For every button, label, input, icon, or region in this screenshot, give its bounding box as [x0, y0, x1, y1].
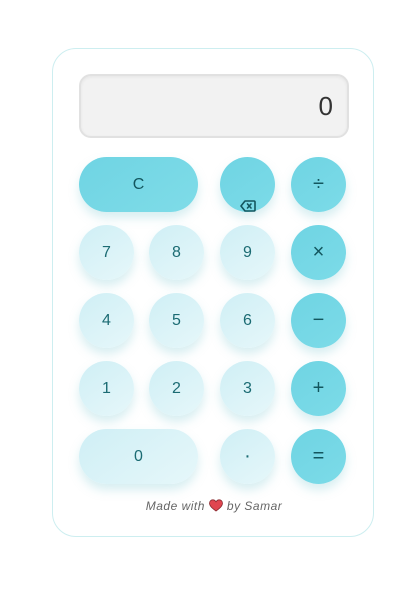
backspace-icon [239, 179, 256, 212]
footer-credit: Made with by Samar [53, 499, 375, 513]
digit-4-button[interactable]: 4 [79, 293, 134, 348]
clear-button[interactable]: C [79, 157, 198, 212]
calculator-card: 0 C ÷ 7 8 9 × 4 5 6 − 1 2 3 + 0 · = Made… [52, 48, 374, 537]
equals-button[interactable]: = [291, 429, 346, 484]
digit-7-button[interactable]: 7 [79, 225, 134, 280]
calculator-display: 0 [79, 74, 349, 138]
heart-icon [209, 499, 223, 512]
minus-button[interactable]: − [291, 293, 346, 348]
footer-text-after: by Samar [226, 499, 283, 513]
digit-8-button[interactable]: 8 [149, 225, 204, 280]
multiply-button[interactable]: × [291, 225, 346, 280]
digit-3-button[interactable]: 3 [220, 361, 275, 416]
plus-button[interactable]: + [291, 361, 346, 416]
digit-6-button[interactable]: 6 [220, 293, 275, 348]
divide-button[interactable]: ÷ [291, 157, 346, 212]
digit-2-button[interactable]: 2 [149, 361, 204, 416]
decimal-point-button[interactable]: · [220, 429, 275, 484]
digit-9-button[interactable]: 9 [220, 225, 275, 280]
backspace-button[interactable] [220, 157, 275, 212]
digit-1-button[interactable]: 1 [79, 361, 134, 416]
digit-5-button[interactable]: 5 [149, 293, 204, 348]
digit-0-button[interactable]: 0 [79, 429, 198, 484]
footer-text-before: Made with [145, 499, 205, 513]
